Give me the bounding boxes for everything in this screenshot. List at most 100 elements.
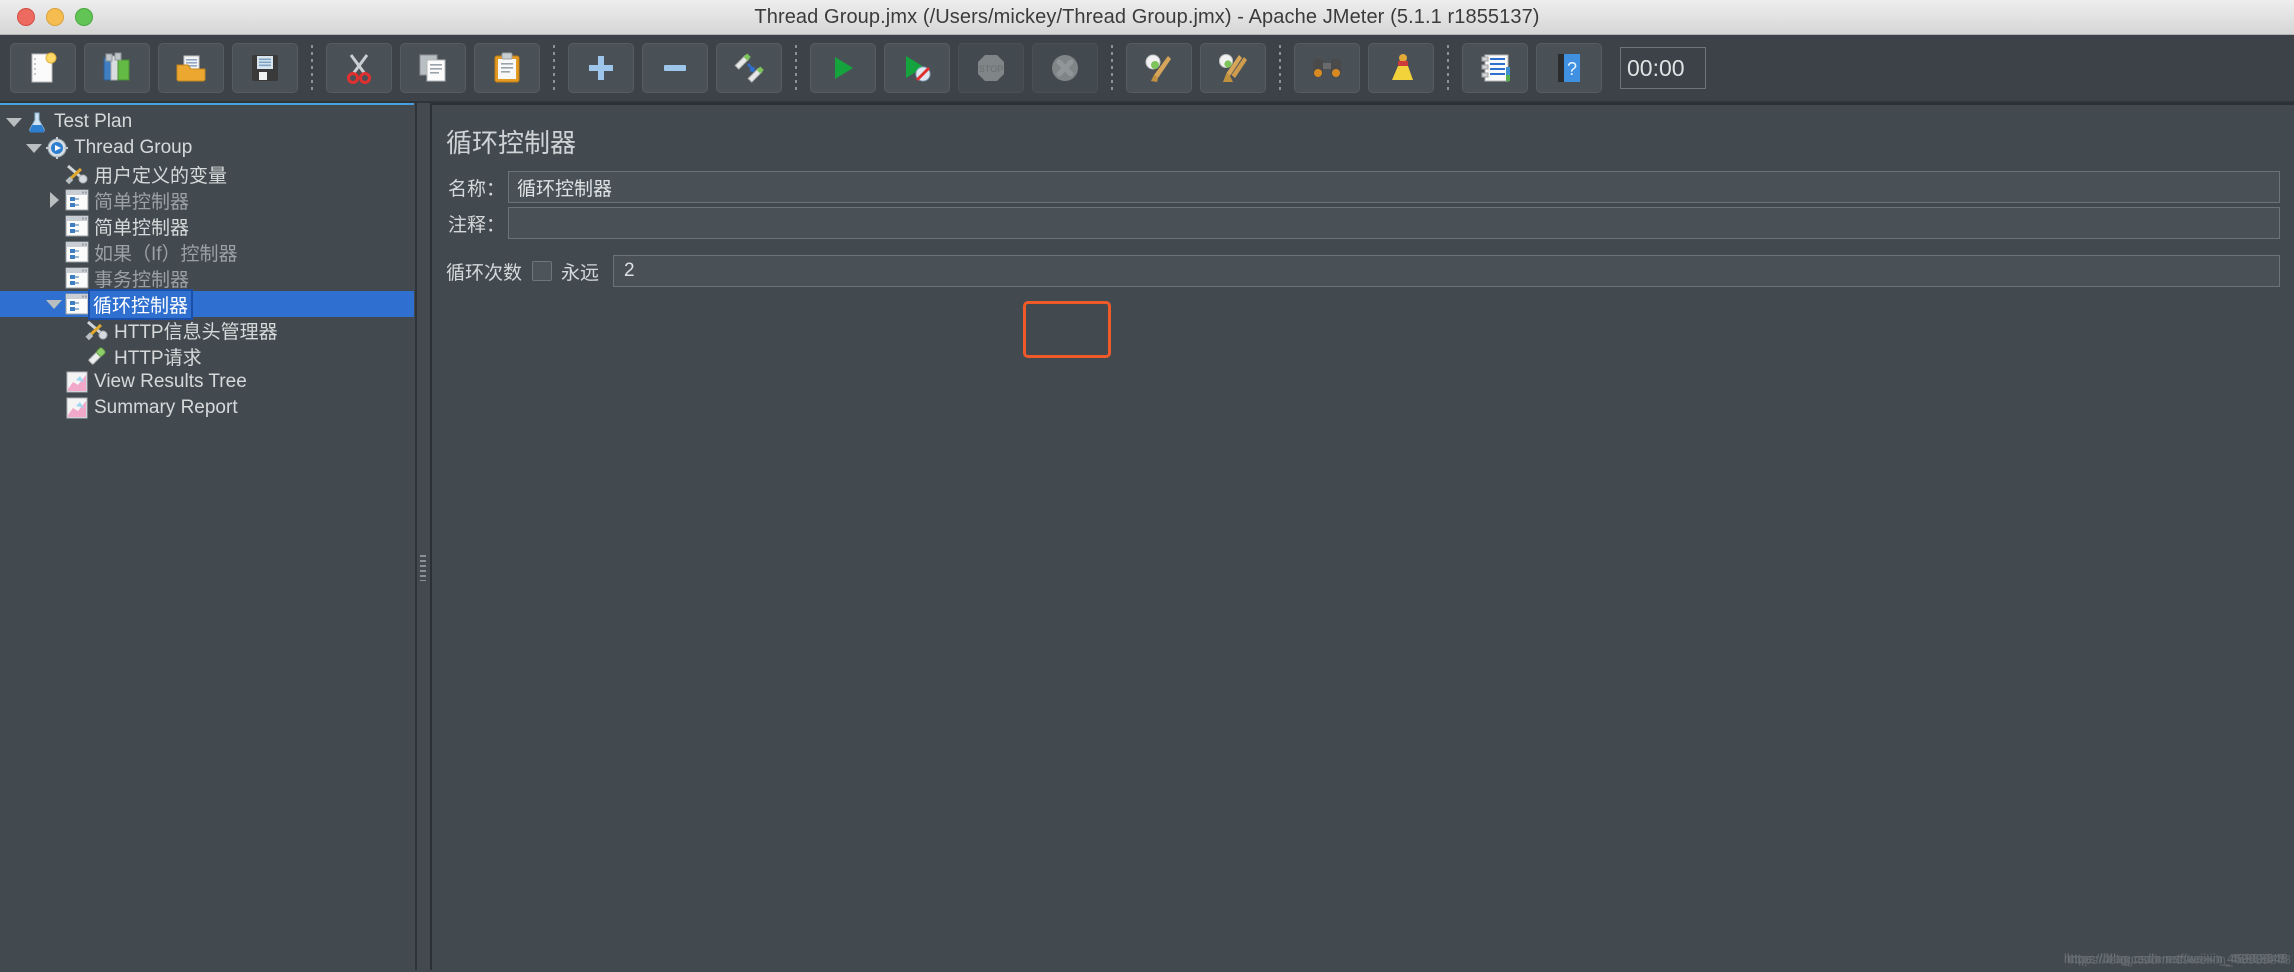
test-plan-tree[interactable]: Test Plan Thread Group 用户定义的变量 简单控制器 简单控制器 如果…	[0, 103, 414, 970]
tree-item-4[interactable]: 简单控制器	[0, 213, 414, 239]
clear-all-brooms-icon	[1219, 54, 1247, 82]
collapse-all-button[interactable]	[642, 43, 708, 93]
cut-button[interactable]	[326, 43, 392, 93]
tree-item-3[interactable]: 简单控制器	[0, 187, 414, 213]
shutdown-x-icon	[1052, 55, 1078, 81]
window-title-bar: Thread Group.jmx (/Users/mickey/Thread G…	[0, 0, 2294, 35]
elapsed-timer: 00:00	[1620, 47, 1706, 89]
zoom-button[interactable]	[75, 8, 93, 26]
plus-icon	[589, 56, 613, 80]
tree-item-0[interactable]: Test Plan	[0, 109, 414, 135]
toggle-button[interactable]	[716, 43, 782, 93]
tree-item-label: View Results Tree	[94, 371, 247, 392]
chevron-down-icon[interactable]	[44, 299, 64, 309]
close-button[interactable]	[17, 8, 35, 26]
tree-item-label: 用户定义的变量	[94, 165, 228, 187]
shutdown-button[interactable]	[1032, 43, 1098, 93]
controller-icon	[64, 241, 90, 263]
controller-form: 名称： 循环控制器 注释： 循环次数 永远 2	[432, 170, 2294, 294]
help-button[interactable]: ?	[1536, 43, 1602, 93]
search-button[interactable]	[1294, 43, 1360, 93]
templates-button[interactable]	[84, 43, 150, 93]
controller-icon	[64, 189, 90, 211]
name-row: 名称： 循环控制器	[446, 170, 2280, 204]
expand-all-button[interactable]	[568, 43, 634, 93]
tree-item-11[interactable]: Summary Report	[0, 395, 414, 421]
open-folder-icon	[176, 55, 206, 82]
split-grip[interactable]	[420, 555, 426, 581]
tree-item-label: 循环控制器	[87, 288, 194, 320]
start-button[interactable]	[810, 43, 876, 93]
controller-icon	[64, 267, 90, 289]
yellow-broom-icon	[1392, 54, 1413, 80]
clear-broom-icon	[1145, 54, 1171, 82]
minimize-button[interactable]	[46, 8, 64, 26]
minus-icon	[664, 65, 686, 71]
svg-text:STOP: STOP	[979, 64, 1003, 74]
templates-icon	[103, 52, 130, 81]
loop-count-input[interactable]: 2	[613, 255, 2280, 287]
tree-item-label: 事务控制器	[94, 269, 190, 291]
play-green-icon	[835, 57, 853, 79]
chevron-down-icon[interactable]	[24, 143, 44, 153]
tree-item-label: HTTP请求	[114, 347, 202, 369]
copy-pages-icon	[419, 54, 446, 82]
chevron-right-icon[interactable]	[44, 192, 64, 208]
loop-count-label: 循环次数	[446, 262, 523, 284]
binoculars-icon	[1313, 59, 1341, 77]
new-test-plan-button[interactable]	[10, 43, 76, 93]
copy-button[interactable]	[400, 43, 466, 93]
clear-button[interactable]	[1126, 43, 1192, 93]
tools-icon	[64, 163, 90, 185]
tree-item-7[interactable]: 循环控制器	[0, 288, 414, 320]
chevron-down-icon[interactable]	[4, 117, 24, 127]
tree-item-10[interactable]: View Results Tree	[0, 369, 414, 395]
tree-item-9[interactable]: HTTP请求	[0, 343, 414, 369]
function-helper-button[interactable]	[1462, 43, 1528, 93]
tree-item-5[interactable]: 如果（If）控制器	[0, 239, 414, 265]
forever-checkbox[interactable]	[532, 261, 553, 281]
save-floppy-icon	[252, 55, 278, 81]
comment-row: 注释：	[446, 206, 2280, 240]
tree-item-2[interactable]: 用户定义的变量	[0, 161, 414, 187]
name-label: 名称：	[448, 178, 506, 200]
clipboard-icon	[494, 52, 520, 83]
open-button[interactable]	[158, 43, 224, 93]
tree-item-label: Thread Group	[74, 137, 193, 158]
traffic-lights	[0, 8, 93, 26]
save-button[interactable]	[232, 43, 298, 93]
main-split: Test Plan Thread Group 用户定义的变量 简单控制器 简单控制器 如果…	[0, 103, 2294, 970]
tree-item-1[interactable]: Thread Group	[0, 135, 414, 161]
page-title: 循环控制器	[446, 128, 577, 158]
gear-play-icon	[44, 137, 70, 159]
forever-label: 永远	[561, 262, 600, 284]
pipette-icon	[84, 345, 110, 367]
help-book-icon: ?	[1558, 54, 1580, 82]
flask-icon	[24, 111, 50, 133]
start-no-pauses-button[interactable]	[884, 43, 950, 93]
name-input[interactable]: 循环控制器	[508, 171, 2280, 203]
loop-count-row: 循环次数 永远 2	[446, 248, 2280, 294]
tree-item-label: Summary Report	[94, 397, 238, 418]
notes-list-icon	[1481, 54, 1510, 82]
play-no-timers-icon	[906, 56, 931, 82]
svg-text:?: ?	[1567, 59, 1577, 79]
tree-item-8[interactable]: HTTP信息头管理器	[0, 317, 414, 343]
chart-icon	[64, 397, 90, 419]
controller-icon	[64, 293, 90, 315]
toolbar-separator	[795, 45, 797, 91]
tree-item-label: 如果（If）控制器	[94, 243, 238, 265]
annotation-rectangle	[1023, 301, 1111, 358]
reset-search-button[interactable]	[1368, 43, 1434, 93]
split-divider[interactable]	[414, 103, 430, 970]
comment-input[interactable]	[508, 207, 2280, 239]
stop-button[interactable]: STOP	[958, 43, 1024, 93]
window-title: Thread Group.jmx (/Users/mickey/Thread G…	[754, 5, 1540, 28]
toolbar-separator	[553, 45, 555, 91]
tree-item-label: Test Plan	[54, 111, 133, 132]
tree-item-6[interactable]: 事务控制器	[0, 265, 414, 291]
tree-item-label: HTTP信息头管理器	[114, 321, 278, 343]
clear-all-button[interactable]	[1200, 43, 1266, 93]
main-toolbar: STOP ? 00:00	[0, 35, 2294, 103]
paste-button[interactable]	[474, 43, 540, 93]
